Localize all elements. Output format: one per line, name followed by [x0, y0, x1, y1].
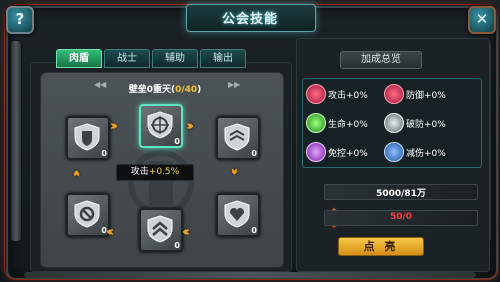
tooltip-label: 攻击 [130, 167, 149, 177]
path-arrow-right: ››› [186, 119, 194, 134]
node-level: 0 [101, 149, 107, 158]
tier-decor-right: ▶▶ [228, 80, 241, 89]
tab-dps[interactable]: 输出 [200, 49, 246, 68]
node-level: 0 [174, 137, 180, 146]
shield-star-icon [384, 142, 404, 162]
stat-value: +0% [346, 149, 368, 159]
light-up-button[interactable]: 点 亮 [338, 237, 424, 256]
help-icon: ? [15, 10, 25, 28]
skill-node-pierce[interactable]: 0 [139, 208, 183, 252]
node-level: 0 [101, 226, 107, 235]
bottom-frame-bar [24, 272, 476, 278]
stat-value: +0% [346, 91, 368, 101]
stat-label: 破防 [406, 120, 425, 130]
stat-value: +0% [424, 120, 446, 130]
stat-pierce: 破防+0% [384, 113, 464, 133]
stat-value: +0% [424, 91, 446, 101]
skill-node-defense[interactable]: 0 [216, 116, 260, 160]
help-button[interactable]: ? [6, 6, 34, 34]
honor-row: 50/0 [324, 210, 478, 226]
tab-support[interactable]: 辅助 [152, 49, 198, 68]
summary-title: 加成总览 [340, 51, 422, 69]
tab-warrior[interactable]: 战士 [104, 49, 150, 68]
stat-damage-reduction: 减伤+0% [384, 142, 464, 162]
shield-emblem-icon [74, 123, 100, 151]
skill-node-health[interactable]: 0 [216, 193, 260, 237]
atom-icon [306, 142, 326, 162]
path-arrow-down: ››› [226, 167, 242, 172]
tooltip-value: +0.5% [148, 167, 180, 177]
skill-tooltip: 攻击+0.5% [116, 164, 194, 181]
path-arrow-up: ››› [69, 173, 85, 178]
path-arrow-right: ››› [110, 119, 118, 134]
target-icon [306, 84, 326, 104]
shield-arrows-icon [224, 123, 250, 151]
double-chevron-icon [384, 113, 404, 133]
stat-value: +0% [346, 120, 368, 130]
node-level: 0 [174, 241, 180, 250]
tier-close-paren: ) [197, 85, 202, 95]
gold-amount: 5000/81万 [376, 189, 426, 199]
stat-value: +0% [424, 149, 446, 159]
stat-label: 攻击 [328, 91, 347, 101]
stat-label: 防御 [406, 91, 425, 101]
left-pipe [10, 40, 22, 242]
heart-icon [306, 113, 326, 133]
tier-name: 壁垒0重天( [128, 85, 176, 95]
stat-label: 减伤 [406, 149, 425, 159]
title-banner: 公会技能 [186, 4, 316, 32]
tab-tank[interactable]: 肉盾 [56, 49, 102, 68]
crosshair-shield-icon [147, 111, 173, 139]
node-level: 0 [251, 226, 257, 235]
tier-header: 壁垒0重天(0/40) [90, 77, 240, 95]
node-level: 0 [251, 149, 257, 158]
path-arrow-left: ››› [110, 224, 115, 239]
skill-node-attack[interactable]: 0 [139, 104, 183, 148]
tier-progress: 0/40 [175, 85, 198, 95]
skill-node-control-immune[interactable]: 0 [66, 193, 110, 237]
stat-defense: 防御+0% [384, 84, 464, 104]
heart-shield-icon [224, 200, 250, 228]
skill-node-armor[interactable]: 0 [66, 116, 110, 160]
close-button[interactable]: ✕ [468, 6, 496, 34]
shield-icon [384, 84, 404, 104]
stat-label: 免控 [328, 149, 347, 159]
stat-health: 生命+0% [306, 113, 386, 133]
path-arrow-left: ››› [186, 224, 191, 239]
forbid-shield-icon [74, 200, 100, 228]
honor-amount: 50/0 [389, 212, 413, 222]
guild-skill-window: ? ✕ 公会技能 肉盾 战士 辅助 输出 ◀◀ 壁垒0重天(0/40) ▶▶ 0 [0, 0, 500, 282]
page-title: 公会技能 [221, 12, 278, 27]
chevron-shield-icon [147, 215, 173, 243]
stat-control-immune: 免控+0% [306, 142, 386, 162]
stat-label: 生命 [328, 120, 347, 130]
gold-row: 5000/81万 [324, 184, 478, 200]
close-icon: ✕ [475, 10, 489, 28]
stat-attack: 攻击+0% [306, 84, 386, 104]
